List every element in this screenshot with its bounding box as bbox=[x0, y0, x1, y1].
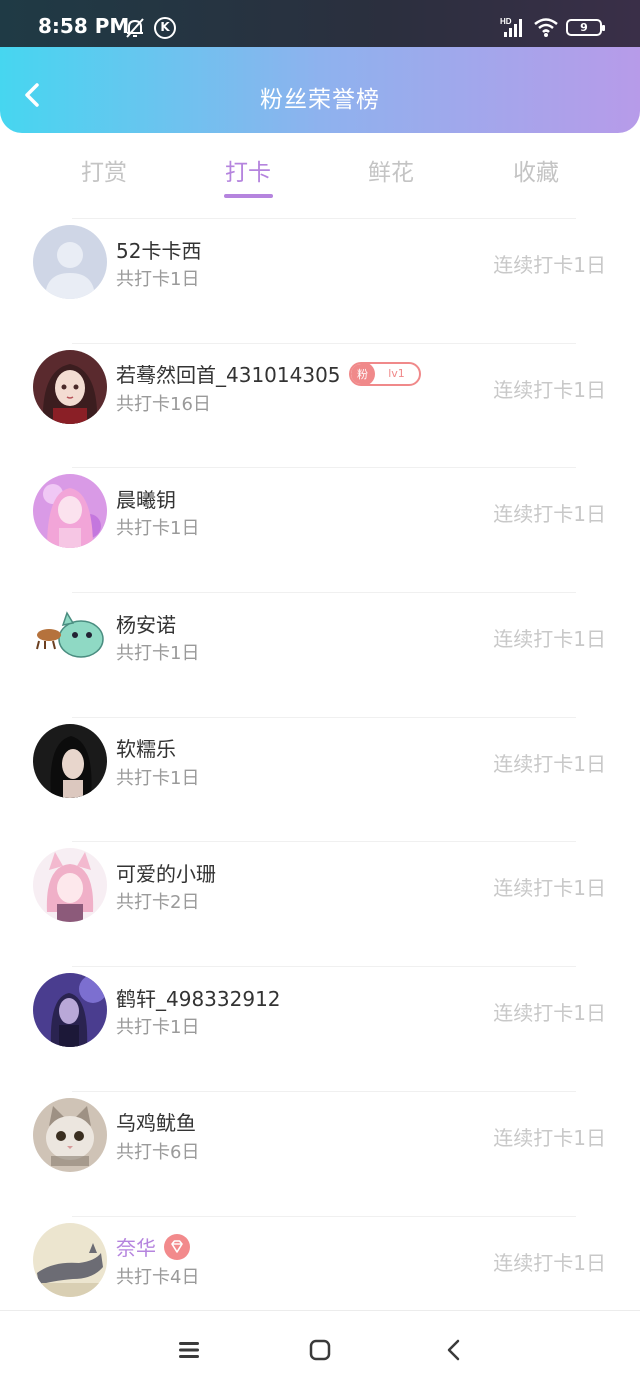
total-checkins: 共打卡1日 bbox=[116, 1017, 200, 1039]
back-triangle-icon[interactable] bbox=[441, 1337, 467, 1363]
list-item[interactable]: 可爱的小珊 共打卡2日 连续打卡1日 bbox=[0, 841, 640, 966]
total-checkins: 共打卡1日 bbox=[116, 518, 200, 540]
avatar[interactable] bbox=[33, 1097, 107, 1172]
page-title: 粉丝荣誉榜 bbox=[260, 87, 380, 113]
user-name: 鹤轩_498332912 bbox=[116, 986, 281, 1011]
hd-signal-icon: HD bbox=[500, 16, 526, 38]
total-checkins: 共打卡1日 bbox=[116, 269, 200, 290]
cat-avatar-icon bbox=[33, 1097, 107, 1172]
streak-label: 连续打卡1日 bbox=[493, 377, 606, 402]
list-item[interactable]: 若蓦然回首_431014305 粉 lv1 共打卡16日 连续打卡1日 bbox=[0, 342, 640, 468]
user-name: 若蓦然回首_431014305 bbox=[116, 363, 341, 388]
user-name: 52卡卡西 bbox=[116, 238, 202, 263]
active-tab-indicator bbox=[224, 194, 273, 198]
default-person-icon bbox=[33, 225, 107, 299]
avatar[interactable] bbox=[33, 723, 107, 798]
avatar[interactable] bbox=[33, 599, 107, 674]
diamond-icon bbox=[164, 1233, 190, 1260]
list-item[interactable]: 52卡卡西 共打卡1日 连续打卡1日 bbox=[0, 218, 640, 343]
fan-level-badge: 粉 lv1 bbox=[348, 361, 421, 386]
avatar[interactable] bbox=[33, 1222, 107, 1297]
tab-bar: 打赏 打卡 鲜花 收藏 bbox=[0, 133, 640, 211]
list-item[interactable]: 软糯乐 共打卡1日 连续打卡1日 bbox=[0, 716, 640, 842]
cartoon-creature-avatar-icon bbox=[33, 599, 107, 674]
streak-label: 连续打卡1日 bbox=[493, 502, 606, 527]
fan-badge-level: lv1 bbox=[388, 367, 405, 381]
status-bar: 8:58 PM K HD 9 bbox=[0, 0, 640, 47]
svg-text:HD: HD bbox=[500, 17, 512, 26]
streak-label: 连续打卡1日 bbox=[493, 751, 606, 776]
anime-girl-avatar-icon bbox=[33, 349, 107, 424]
avatar[interactable] bbox=[33, 225, 107, 299]
cat-ear-girl-avatar-icon bbox=[33, 848, 107, 923]
lying-cat-avatar-icon bbox=[33, 1222, 107, 1297]
fan-list: 52卡卡西 共打卡1日 连续打卡1日 若蓦然回首_431014305 粉 lv1… bbox=[0, 218, 640, 1340]
purple-portrait-avatar-icon bbox=[33, 973, 107, 1048]
portrait-avatar-icon bbox=[33, 723, 107, 798]
user-name: 乌鸡鱿鱼 bbox=[116, 1111, 196, 1136]
fan-badge-prefix: 粉 bbox=[350, 363, 375, 384]
total-checkins: 共打卡16日 bbox=[116, 393, 211, 415]
total-checkins: 共打卡2日 bbox=[116, 892, 200, 914]
avatar[interactable] bbox=[33, 349, 107, 424]
user-name: 杨安诺 bbox=[116, 612, 176, 637]
tab-flowers[interactable]: 鲜花 bbox=[331, 153, 451, 187]
list-item[interactable]: 晨曦钥 共打卡1日 连续打卡1日 bbox=[0, 467, 640, 592]
home-square-icon[interactable] bbox=[307, 1337, 333, 1363]
list-item[interactable]: 乌鸡鱿鱼 共打卡6日 连续打卡1日 bbox=[0, 1090, 640, 1216]
streak-label: 连续打卡1日 bbox=[493, 253, 606, 277]
total-checkins: 共打卡1日 bbox=[116, 767, 200, 789]
battery-icon: 9 bbox=[566, 19, 605, 36]
user-name: 奈华 bbox=[116, 1236, 156, 1260]
total-checkins: 共打卡1日 bbox=[116, 643, 200, 665]
tab-favorites[interactable]: 收藏 bbox=[476, 153, 596, 187]
total-checkins: 共打卡6日 bbox=[116, 1141, 200, 1163]
total-checkins: 共打卡4日 bbox=[116, 1266, 200, 1288]
k-icon: K bbox=[154, 17, 176, 39]
header: 8:58 PM K HD 9 粉丝荣誉榜 bbox=[0, 0, 640, 133]
streak-label: 连续打卡1日 bbox=[493, 627, 606, 652]
streak-label: 连续打卡1日 bbox=[493, 1001, 606, 1026]
streak-label: 连续打卡1日 bbox=[493, 876, 606, 901]
menu-icon[interactable] bbox=[176, 1337, 202, 1363]
system-nav-bar bbox=[0, 1310, 640, 1387]
streak-label: 连续打卡1日 bbox=[493, 1125, 606, 1150]
wifi-icon bbox=[533, 16, 559, 38]
tab-checkin[interactable]: 打卡 bbox=[188, 153, 308, 187]
list-item[interactable]: 杨安诺 共打卡1日 连续打卡1日 bbox=[0, 592, 640, 717]
avatar[interactable] bbox=[33, 973, 107, 1048]
status-time: 8:58 PM bbox=[38, 14, 130, 38]
user-name: 软糯乐 bbox=[116, 737, 176, 762]
user-name: 可爱的小珊 bbox=[116, 861, 216, 886]
avatar[interactable] bbox=[33, 474, 107, 549]
list-item[interactable]: 鹤轩_498332912 共打卡1日 连续打卡1日 bbox=[0, 966, 640, 1091]
tab-reward[interactable]: 打赏 bbox=[44, 153, 164, 187]
user-name: 晨曦钥 bbox=[116, 487, 176, 512]
streak-label: 连续打卡1日 bbox=[493, 1250, 606, 1275]
avatar[interactable] bbox=[33, 848, 107, 923]
pink-girl-avatar-icon bbox=[33, 474, 107, 549]
bell-off-icon bbox=[124, 17, 146, 39]
